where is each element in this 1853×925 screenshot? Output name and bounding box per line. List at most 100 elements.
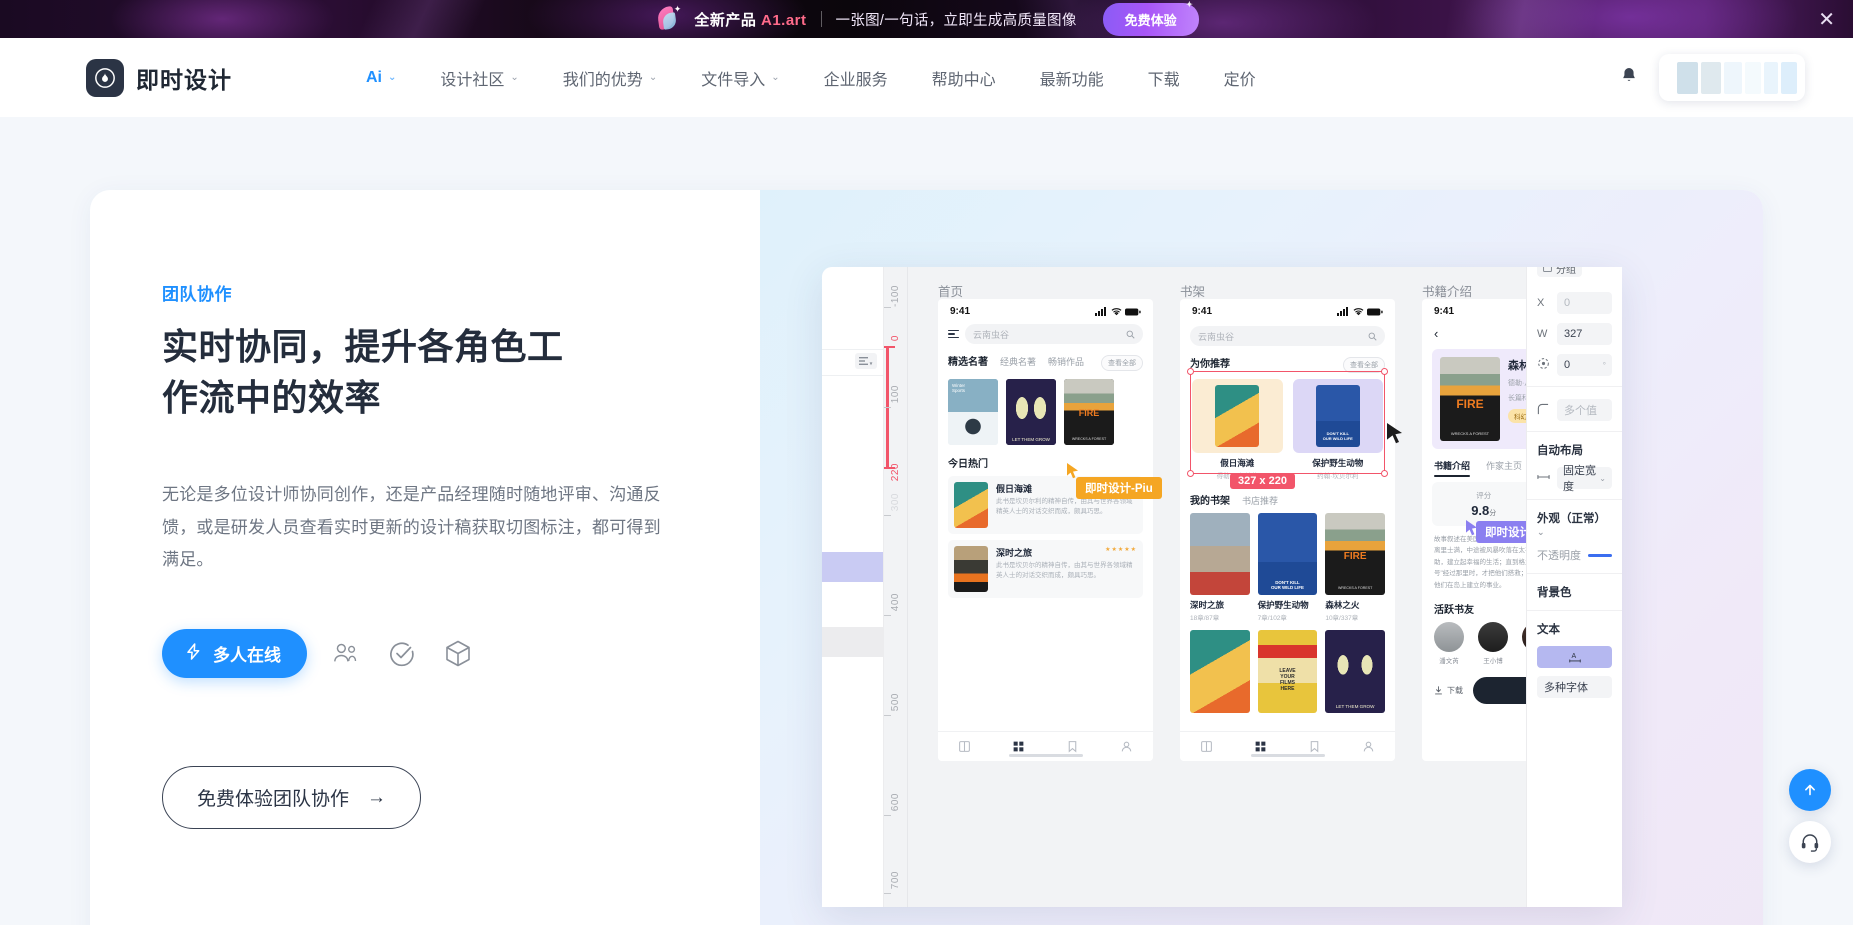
- hero-right-column: -100 0 100 220 300 400 500 600 700 首页 9:…: [760, 190, 1763, 925]
- phone-frame-home[interactable]: 9:41 云南虫谷 精选名著 经典名著 畅销作品 查看全部 Winter Spo…: [938, 299, 1153, 761]
- w-input[interactable]: 327: [1557, 323, 1612, 345]
- list-item-desc: 此书是坎贝尔的精神自传，由其与世界各领域精英人士的对话交织而成，颇具巧思。: [996, 562, 1133, 580]
- check-circle-icon[interactable]: [385, 637, 419, 671]
- resize-handle-bl[interactable]: [1187, 470, 1194, 477]
- nav-item-enterprise[interactable]: 企业服务: [802, 56, 910, 100]
- appearance-title[interactable]: 外观（正常） ⌄: [1537, 510, 1612, 538]
- friend[interactable]: 王小博: [1478, 621, 1508, 665]
- grid-book[interactable]: FIRE WRECKS A FOREST 森林之火 10章/337章: [1325, 513, 1385, 622]
- selection-box[interactable]: [1187, 368, 1388, 477]
- editor-canvas[interactable]: 首页 9:41 云南虫谷 精选名著 经典名著 畅销作品 查看全部 Winter …: [908, 267, 1622, 907]
- floating-actions: [1789, 769, 1831, 863]
- nav-item-import[interactable]: 文件导入 ⌄: [679, 56, 801, 100]
- chevron-down-icon: ⌄: [1599, 473, 1606, 483]
- search-placeholder: 云南虫谷: [1198, 331, 1235, 342]
- frame-label-home: 首页: [938, 285, 964, 299]
- users-icon[interactable]: [329, 637, 363, 671]
- nav-item-advantages[interactable]: 我们的优势 ⌄: [541, 56, 679, 100]
- phone-frame-shelf[interactable]: 9:41 云南虫谷 为你推荐 查看全部 假日海滩 DON'T KILL OUR …: [1180, 299, 1395, 761]
- nav-links: Ai ⌄ 设计社区 ⌄ 我们的优势 ⌄ 文件导入 ⌄ 企业服务 帮助中心 最新功…: [344, 56, 1278, 100]
- frame-label-intro: 书籍介绍: [1422, 285, 1473, 299]
- nav-item-community[interactable]: 设计社区 ⌄: [418, 56, 540, 100]
- text-align-icon[interactable]: A: [1537, 646, 1612, 668]
- status-bar: 9:41: [1180, 299, 1395, 320]
- lightning-icon: [184, 642, 203, 666]
- x-input[interactable]: 0: [1557, 292, 1612, 314]
- brand-logo[interactable]: 即时设计: [86, 58, 232, 97]
- free-trial-button[interactable]: 免费体验团队协作 →: [162, 766, 422, 830]
- close-icon[interactable]: ✕: [1818, 9, 1835, 29]
- bottom-tabbar[interactable]: [938, 731, 1153, 761]
- resize-handle-tl[interactable]: [1187, 368, 1194, 375]
- nav-item-help[interactable]: 帮助中心: [910, 56, 1018, 100]
- opacity-label: 不透明度: [1537, 550, 1581, 562]
- tab-author-home[interactable]: 作家主页: [1486, 459, 1522, 472]
- support-button[interactable]: [1789, 821, 1831, 863]
- field-corner-radius[interactable]: 多个值: [1537, 399, 1612, 421]
- search-input[interactable]: 云南虫谷: [965, 324, 1143, 344]
- tab-bestsellers[interactable]: 畅销作品: [1048, 355, 1084, 368]
- tab-classics[interactable]: 经典名著: [1000, 355, 1036, 368]
- resize-handle-br[interactable]: [1381, 470, 1388, 477]
- home-indicator: [1250, 754, 1325, 757]
- grid-book[interactable]: LEAVE YOUR FILMS HERE: [1257, 630, 1318, 713]
- grid-book-title: 保护野生动物: [1257, 600, 1309, 611]
- tab-book-intro[interactable]: 书籍介绍: [1434, 459, 1471, 477]
- download-button[interactable]: 下载: [1434, 685, 1463, 696]
- grid-book[interactable]: LET THEM GROW: [1325, 630, 1385, 713]
- nav-item-whatsnew[interactable]: 最新功能: [1018, 56, 1126, 100]
- autolayout-select[interactable]: 固定宽度 ⌄: [1557, 465, 1612, 493]
- grid-book[interactable]: [1190, 630, 1250, 713]
- group-chip[interactable]: 分组: [1537, 267, 1582, 277]
- corner-radius-icon: [1537, 403, 1550, 418]
- view-all-chip[interactable]: 查看全部: [1101, 355, 1143, 371]
- bottom-tabbar[interactable]: [1180, 731, 1395, 761]
- menu-icon[interactable]: [948, 329, 959, 339]
- font-family-select[interactable]: 多种字体: [1537, 676, 1612, 698]
- store-recommend-tab[interactable]: 书店推荐: [1242, 494, 1278, 507]
- home-tabs[interactable]: 精选名著 经典名著 畅销作品 查看全部: [938, 344, 1153, 371]
- field-rotation[interactable]: 0 °: [1537, 354, 1612, 376]
- field-w[interactable]: W 327: [1537, 323, 1612, 345]
- grid-book[interactable]: DON'T KILL OUR WILD LIFE 保护野生动物 7章/102章: [1257, 513, 1318, 622]
- tab-featured[interactable]: 精选名著: [948, 353, 988, 368]
- layers-panel[interactable]: [822, 267, 884, 907]
- avatar: [1677, 61, 1699, 94]
- nav-item-download[interactable]: 下载: [1126, 56, 1202, 100]
- search-input[interactable]: 云南虫谷: [1190, 326, 1385, 346]
- book-cover-fire[interactable]: FIRE WRECKS A FOREST: [1064, 379, 1114, 445]
- field-autolayout-width[interactable]: 固定宽度 ⌄: [1537, 465, 1612, 493]
- nav-item-label: Ai: [366, 68, 382, 86]
- list-item[interactable]: ★★★★★ 深时之旅 此书是坎贝尔的精神自传，由其与世界各领域精英人士的对话交织…: [948, 540, 1143, 598]
- nav-item-ai[interactable]: Ai ⌄: [344, 59, 418, 97]
- bell-icon[interactable]: [1619, 65, 1639, 91]
- status-icons: [1337, 307, 1383, 316]
- book-thumb: [954, 482, 988, 528]
- properties-panel[interactable]: 分组 X 0 W 327 0 ° 多个值 自动布局 固定宽度 ⌄ 外观（正常） …: [1526, 267, 1622, 907]
- props-autolayout-section: 自动布局 固定宽度 ⌄: [1527, 432, 1622, 500]
- nav-item-pricing[interactable]: 定价: [1202, 56, 1278, 100]
- resize-handle-tr[interactable]: [1381, 368, 1388, 375]
- field-x[interactable]: X 0: [1537, 292, 1612, 314]
- friend[interactable]: 潘文芮: [1434, 621, 1464, 665]
- opacity-row[interactable]: 不透明度: [1537, 547, 1612, 563]
- opacity-slider[interactable]: [1588, 553, 1612, 557]
- corner-radius-input[interactable]: 多个值: [1557, 399, 1612, 421]
- ruler-tick-label: 700: [890, 871, 901, 890]
- promo-headline: 全新产品 A1.art: [694, 9, 806, 30]
- layer-selected-row[interactable]: [822, 552, 883, 582]
- rotation-input[interactable]: 0 °: [1557, 354, 1612, 376]
- multi-user-online-button[interactable]: 多人在线: [162, 629, 307, 679]
- book-cover-let-them-grow[interactable]: LET THEM GROW: [1006, 379, 1056, 445]
- grid-book[interactable]: 深时之旅 18章/87章: [1190, 513, 1250, 622]
- promo-headline-text: 全新产品: [694, 11, 761, 29]
- scroll-to-top-button[interactable]: [1789, 769, 1831, 811]
- layer-row[interactable]: [822, 627, 883, 657]
- nav-item-label: 下载: [1147, 71, 1180, 89]
- ruler-tick-label: 100: [890, 385, 901, 404]
- user-account-placeholder[interactable]: [1659, 54, 1805, 101]
- cube-icon[interactable]: [441, 637, 475, 671]
- book-cover-winter-sports[interactable]: Winter Sports: [948, 379, 998, 445]
- promo-cta-button[interactable]: 免费体验: [1102, 0, 1199, 36]
- cursor-label-piu: 即时设计-Piu: [1076, 477, 1162, 499]
